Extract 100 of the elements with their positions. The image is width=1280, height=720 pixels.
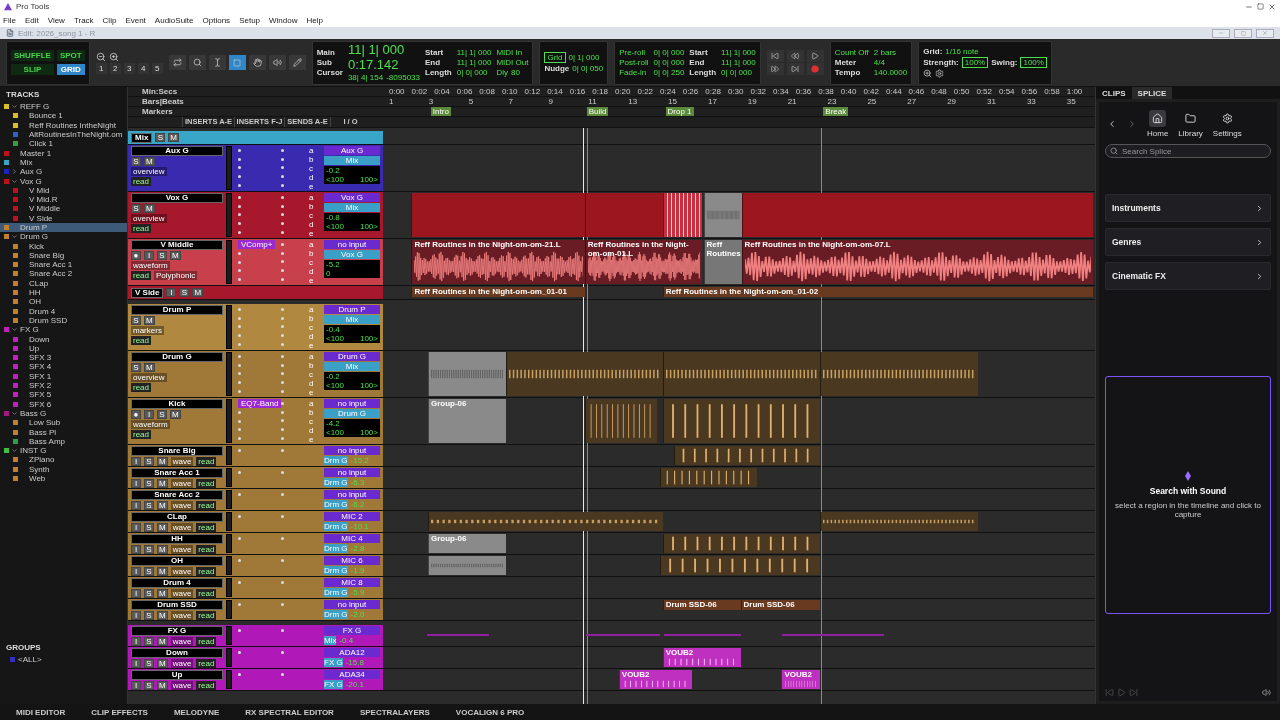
empty-slot-dot[interactable] [281,157,284,161]
empty-slot-dot[interactable] [238,559,241,562]
empty-slot-dot[interactable] [238,363,241,367]
go-to-end-button[interactable] [786,63,804,75]
channel-toggle-button[interactable]: I [131,523,141,532]
view-selector[interactable]: wave [170,545,194,554]
audio-clip[interactable] [584,193,663,237]
view-selector[interactable]: wave [170,523,194,532]
empty-slot-dot[interactable] [238,325,241,329]
empty-slot-dot[interactable] [238,195,241,199]
settings-icon[interactable] [935,69,945,78]
channel-toggle-button[interactable]: I [166,288,177,297]
empty-slot-dot[interactable] [281,222,284,226]
send-slot[interactable]: d [301,173,321,182]
empty-slot-dot[interactable] [238,354,241,358]
input-selector[interactable]: ADA34 [324,670,380,679]
clip-line[interactable] [584,634,660,637]
track-list-item[interactable]: V Side [0,213,127,223]
channel-toggle-button[interactable]: I [131,479,141,488]
input-selector[interactable]: ADA12 [324,648,380,657]
empty-slot-dot[interactable] [281,269,284,273]
empty-slot-dot[interactable] [238,449,241,452]
channel-toggle-button[interactable]: M [144,157,155,166]
input-selector[interactable]: no input [324,600,380,609]
empty-slot-dot[interactable] [238,673,241,676]
track-list-item[interactable]: SFX 2 [0,380,127,391]
edit-mode-button[interactable]: SHUFFLE [11,50,54,61]
automation-selector[interactable]: read [196,523,217,532]
track-list-item[interactable]: V Mid [0,185,127,195]
audio-clip[interactable] [505,352,663,396]
channel-toggle-button[interactable]: M [170,410,181,419]
automation-selector[interactable]: read [131,336,151,345]
menu-item[interactable]: View [47,15,65,25]
track-list-item[interactable]: Bass Amp [0,436,127,446]
empty-slot-dot[interactable] [238,316,241,320]
back-icon[interactable] [1107,119,1117,129]
marker[interactable]: Intro [430,107,451,116]
empty-slot-dot[interactable] [238,651,241,654]
track-list-item[interactable]: Reff Routines IntheNight [0,120,127,130]
track-name[interactable]: Drum SSD [131,600,223,610]
send-slot[interactable]: c [301,211,321,220]
audio-clip[interactable] [411,193,585,237]
edit-mode-button[interactable]: SPOT [56,50,85,61]
maximize-icon[interactable] [1257,3,1264,10]
channel-toggle-button[interactable]: I [131,567,141,576]
track-list-item[interactable]: Drum 4 [0,306,127,316]
previous-icon[interactable] [1105,688,1114,697]
track-list-item[interactable]: SFX 5 [0,390,127,400]
menu-item[interactable]: Window [269,15,298,25]
input-selector[interactable]: no input [324,240,380,249]
expand-caret-icon[interactable] [11,103,18,111]
channel-toggle-button[interactable]: S [157,410,167,419]
track-list-item[interactable]: Aux G [0,167,127,177]
empty-slot-dot[interactable] [238,603,241,606]
track-list-item[interactable]: Drum G [0,232,127,242]
input-selector[interactable]: Aux G [324,146,380,155]
empty-slot-dot[interactable] [238,166,241,170]
search-field[interactable]: Search Splice [1105,144,1271,158]
track-list-item[interactable]: Kick [0,241,127,251]
clip-line[interactable] [781,634,884,637]
empty-slot-dot[interactable] [238,515,241,518]
midi-clip[interactable]: VOUB2 [781,670,821,689]
channel-toggle-button[interactable]: I [144,410,154,419]
track-name[interactable]: V Middle [131,240,223,250]
track-list-item[interactable]: Snare Big [0,250,127,261]
track-list-item[interactable]: CLap [0,278,127,288]
audio-clip[interactable] [741,193,1094,237]
track-name[interactable]: OH [131,556,223,566]
audio-clip[interactable]: Reff Routines [703,240,742,284]
automation-selector[interactable]: read [196,637,217,646]
empty-slot-dot[interactable] [281,629,284,632]
channel-toggle-button[interactable]: M [192,288,204,297]
channel-toggle-button[interactable]: S [144,589,154,598]
track-list-item[interactable]: Master 1 [0,148,127,158]
audio-clip[interactable] [584,399,657,443]
menu-item[interactable]: Help [306,15,323,25]
channel-toggle-button[interactable]: M [144,316,155,325]
clip-line[interactable] [426,634,490,637]
empty-slot-dot[interactable] [281,195,284,199]
channel-toggle-button[interactable]: S [155,133,166,142]
track-list-item[interactable]: Bounce 1 [0,111,127,121]
channel-toggle-button[interactable]: M [157,523,168,532]
channel-toggle-button[interactable]: M [157,479,168,488]
input-selector[interactable]: no input [324,399,380,408]
track-list-item[interactable]: Down [0,334,127,344]
view-selector[interactable]: wave [170,567,194,576]
channel-toggle-button[interactable]: I [131,637,141,646]
menu-item[interactable]: Clip [102,15,117,25]
editor-tab[interactable]: MELODYNE [167,706,226,718]
view-selector[interactable]: overview [131,167,167,176]
channel-toggle-button[interactable]: S [144,545,154,554]
empty-slot-dot[interactable] [281,260,284,264]
pencil-tool-button[interactable] [288,55,306,70]
empty-slot-dot[interactable] [281,428,284,432]
swing-field[interactable]: 100% [1020,57,1047,68]
audio-clip[interactable] [427,352,506,396]
channel-toggle-button[interactable]: S [179,288,190,297]
empty-slot-dot[interactable] [238,381,241,385]
close-button[interactable] [1256,28,1274,38]
close-icon[interactable] [1268,2,1276,11]
